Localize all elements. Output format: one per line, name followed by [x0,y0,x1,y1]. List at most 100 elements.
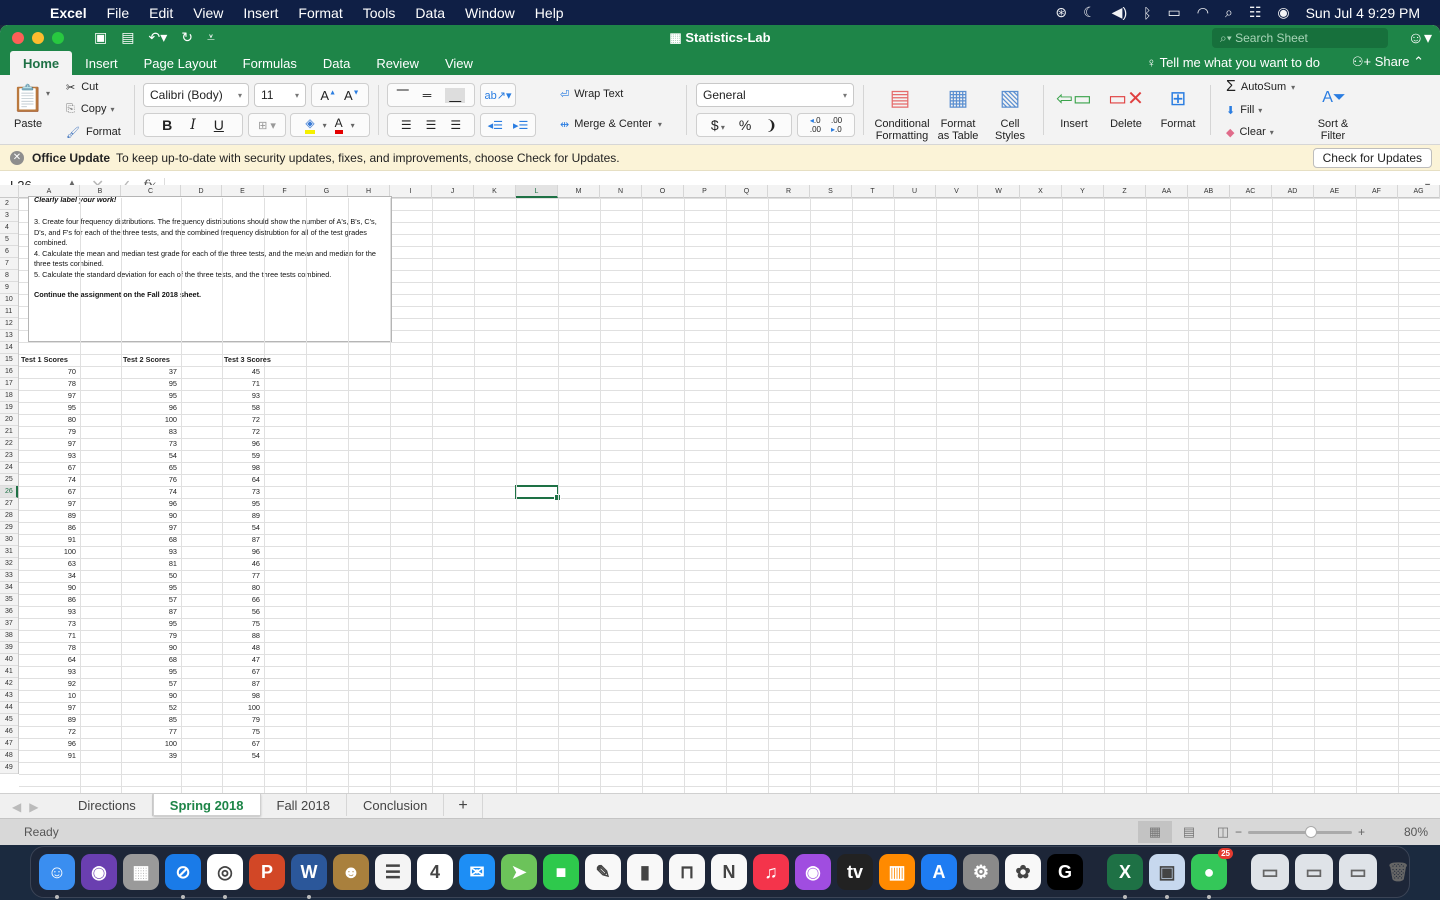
zoom-level[interactable]: 80% [1404,825,1428,839]
score-cell[interactable]: 75 [222,726,260,738]
align-center-icon[interactable]: ☰ [426,118,437,132]
score-cell[interactable]: 85 [121,714,177,726]
score-cell[interactable]: 37 [121,366,177,378]
dock-photos-icon[interactable]: ✿ [1005,854,1041,890]
insert-cells-button[interactable]: Insert [1054,118,1094,130]
row-header-48[interactable]: 48 [0,750,18,762]
score-cell[interactable]: 97 [19,390,76,402]
dock-keynote-icon[interactable]: ⊓ [669,854,705,890]
row-header-9[interactable]: 9 [0,282,18,294]
column-header-i[interactable]: I [390,185,432,198]
dock-grammarly-icon[interactable]: G [1047,854,1083,890]
score-cell[interactable]: 90 [121,510,177,522]
row-header-43[interactable]: 43 [0,690,18,702]
row-header-44[interactable]: 44 [0,702,18,714]
dock-system-preferences-icon[interactable]: ⚙ [963,854,999,890]
minimize-window-button[interactable] [32,31,44,44]
score-cell[interactable]: 88 [222,630,260,642]
column-header-x[interactable]: X [1020,185,1062,198]
dock-window-thumb-1-icon[interactable]: ▭ [1295,854,1333,890]
score-cell[interactable]: 74 [19,474,76,486]
row-header-27[interactable]: 27 [0,498,18,510]
battery-icon[interactable]: ▭ [1168,4,1181,21]
prev-sheet-icon[interactable]: ◀ [12,800,29,814]
column-header-s[interactable]: S [810,185,852,198]
score-cell[interactable]: 48 [222,642,260,654]
dock-powerpoint-icon[interactable]: P [249,854,285,890]
row-header-45[interactable]: 45 [0,714,18,726]
score-cell[interactable]: 87 [121,606,177,618]
bold-button[interactable]: B [162,117,172,133]
dock-chrome-icon[interactable]: ◎ [207,854,243,899]
score-cell[interactable]: 10 [19,690,76,702]
table-header-test-3[interactable]: Test 3 Scores [224,354,271,366]
dock-trash-icon[interactable]: 🗑 [1383,854,1413,890]
score-cell[interactable]: 72 [222,414,260,426]
tell-me-button[interactable]: ♀ Tell me what you want to do [1146,55,1320,70]
dock-podcasts-icon[interactable]: ◉ [795,854,831,890]
menu-help[interactable]: Help [525,5,574,21]
score-cell[interactable]: 77 [121,726,177,738]
chevron-down-icon[interactable]: ▾ [323,121,327,130]
score-cell[interactable]: 97 [121,522,177,534]
score-cell[interactable]: 73 [19,618,76,630]
format-as-table-icon[interactable]: ▦ [938,83,978,113]
score-cell[interactable]: 93 [19,450,76,462]
score-cell[interactable]: 71 [19,630,76,642]
score-cell[interactable]: 97 [19,702,76,714]
format-painter-button[interactable]: 🖌 Format [66,124,121,140]
score-cell[interactable]: 79 [222,714,260,726]
underline-button[interactable]: U [214,117,224,133]
sort-filter-icon[interactable]: A⏷ [1314,83,1354,113]
score-cell[interactable]: 89 [19,714,76,726]
score-cell[interactable]: 57 [121,594,177,606]
score-cell[interactable]: 86 [19,522,76,534]
score-cell[interactable]: 57 [121,678,177,690]
score-cell[interactable]: 67 [222,738,260,750]
tab-home[interactable]: Home [10,51,73,75]
column-header-ab[interactable]: AB [1188,185,1230,198]
score-cell[interactable]: 98 [222,462,260,474]
row-header-13[interactable]: 13 [0,330,18,342]
score-cell[interactable]: 39 [121,750,177,762]
score-cell[interactable]: 91 [19,750,76,762]
column-header-m[interactable]: M [558,185,600,198]
conditional-formatting-icon[interactable]: ▤ [880,83,920,113]
menu-format[interactable]: Format [288,5,352,21]
clear-button[interactable]: ◆ Clear ▾ [1226,124,1274,140]
row-header-25[interactable]: 25 [0,474,18,486]
score-cell[interactable]: 81 [121,558,177,570]
score-cell[interactable]: 93 [222,390,260,402]
share-button[interactable]: ⚇+ Share ⌃ [1352,54,1424,70]
dock-window-thumb-2-icon[interactable]: ▭ [1339,854,1377,890]
row-header-16[interactable]: 16 [0,366,18,378]
creative-cloud-icon[interactable]: ⊛ [1055,4,1067,21]
score-cell[interactable]: 100 [121,738,177,750]
row-header-47[interactable]: 47 [0,738,18,750]
score-cell[interactable]: 63 [19,558,76,570]
paste-label[interactable]: Paste [14,118,42,130]
score-cell[interactable]: 47 [222,654,260,666]
format-as-table-button[interactable]: Format as Table [934,118,982,142]
decrease-font-size-icon[interactable]: A▼ [344,88,360,103]
row-header-36[interactable]: 36 [0,606,18,618]
score-cell[interactable]: 71 [222,378,260,390]
score-cell[interactable]: 93 [121,546,177,558]
row-header-31[interactable]: 31 [0,546,18,558]
zoom-track[interactable] [1248,825,1352,838]
row-header-10[interactable]: 10 [0,294,18,306]
control-center-icon[interactable]: ☷ [1249,4,1262,21]
dock-word-icon[interactable]: W [291,854,327,899]
score-cell[interactable]: 80 [19,414,76,426]
spotlight-icon[interactable]: ⌕ [1225,4,1233,21]
column-header-v[interactable]: V [936,185,978,198]
column-header-t[interactable]: T [852,185,894,198]
score-cell[interactable]: 50 [121,570,177,582]
score-cell[interactable]: 76 [121,474,177,486]
font-name-select[interactable]: Calibri (Body) ▾ [143,83,249,107]
column-header-aa[interactable]: AA [1146,185,1188,198]
row-header-38[interactable]: 38 [0,630,18,642]
row-header-23[interactable]: 23 [0,450,18,462]
score-cell[interactable]: 95 [121,378,177,390]
score-cell[interactable]: 79 [121,630,177,642]
